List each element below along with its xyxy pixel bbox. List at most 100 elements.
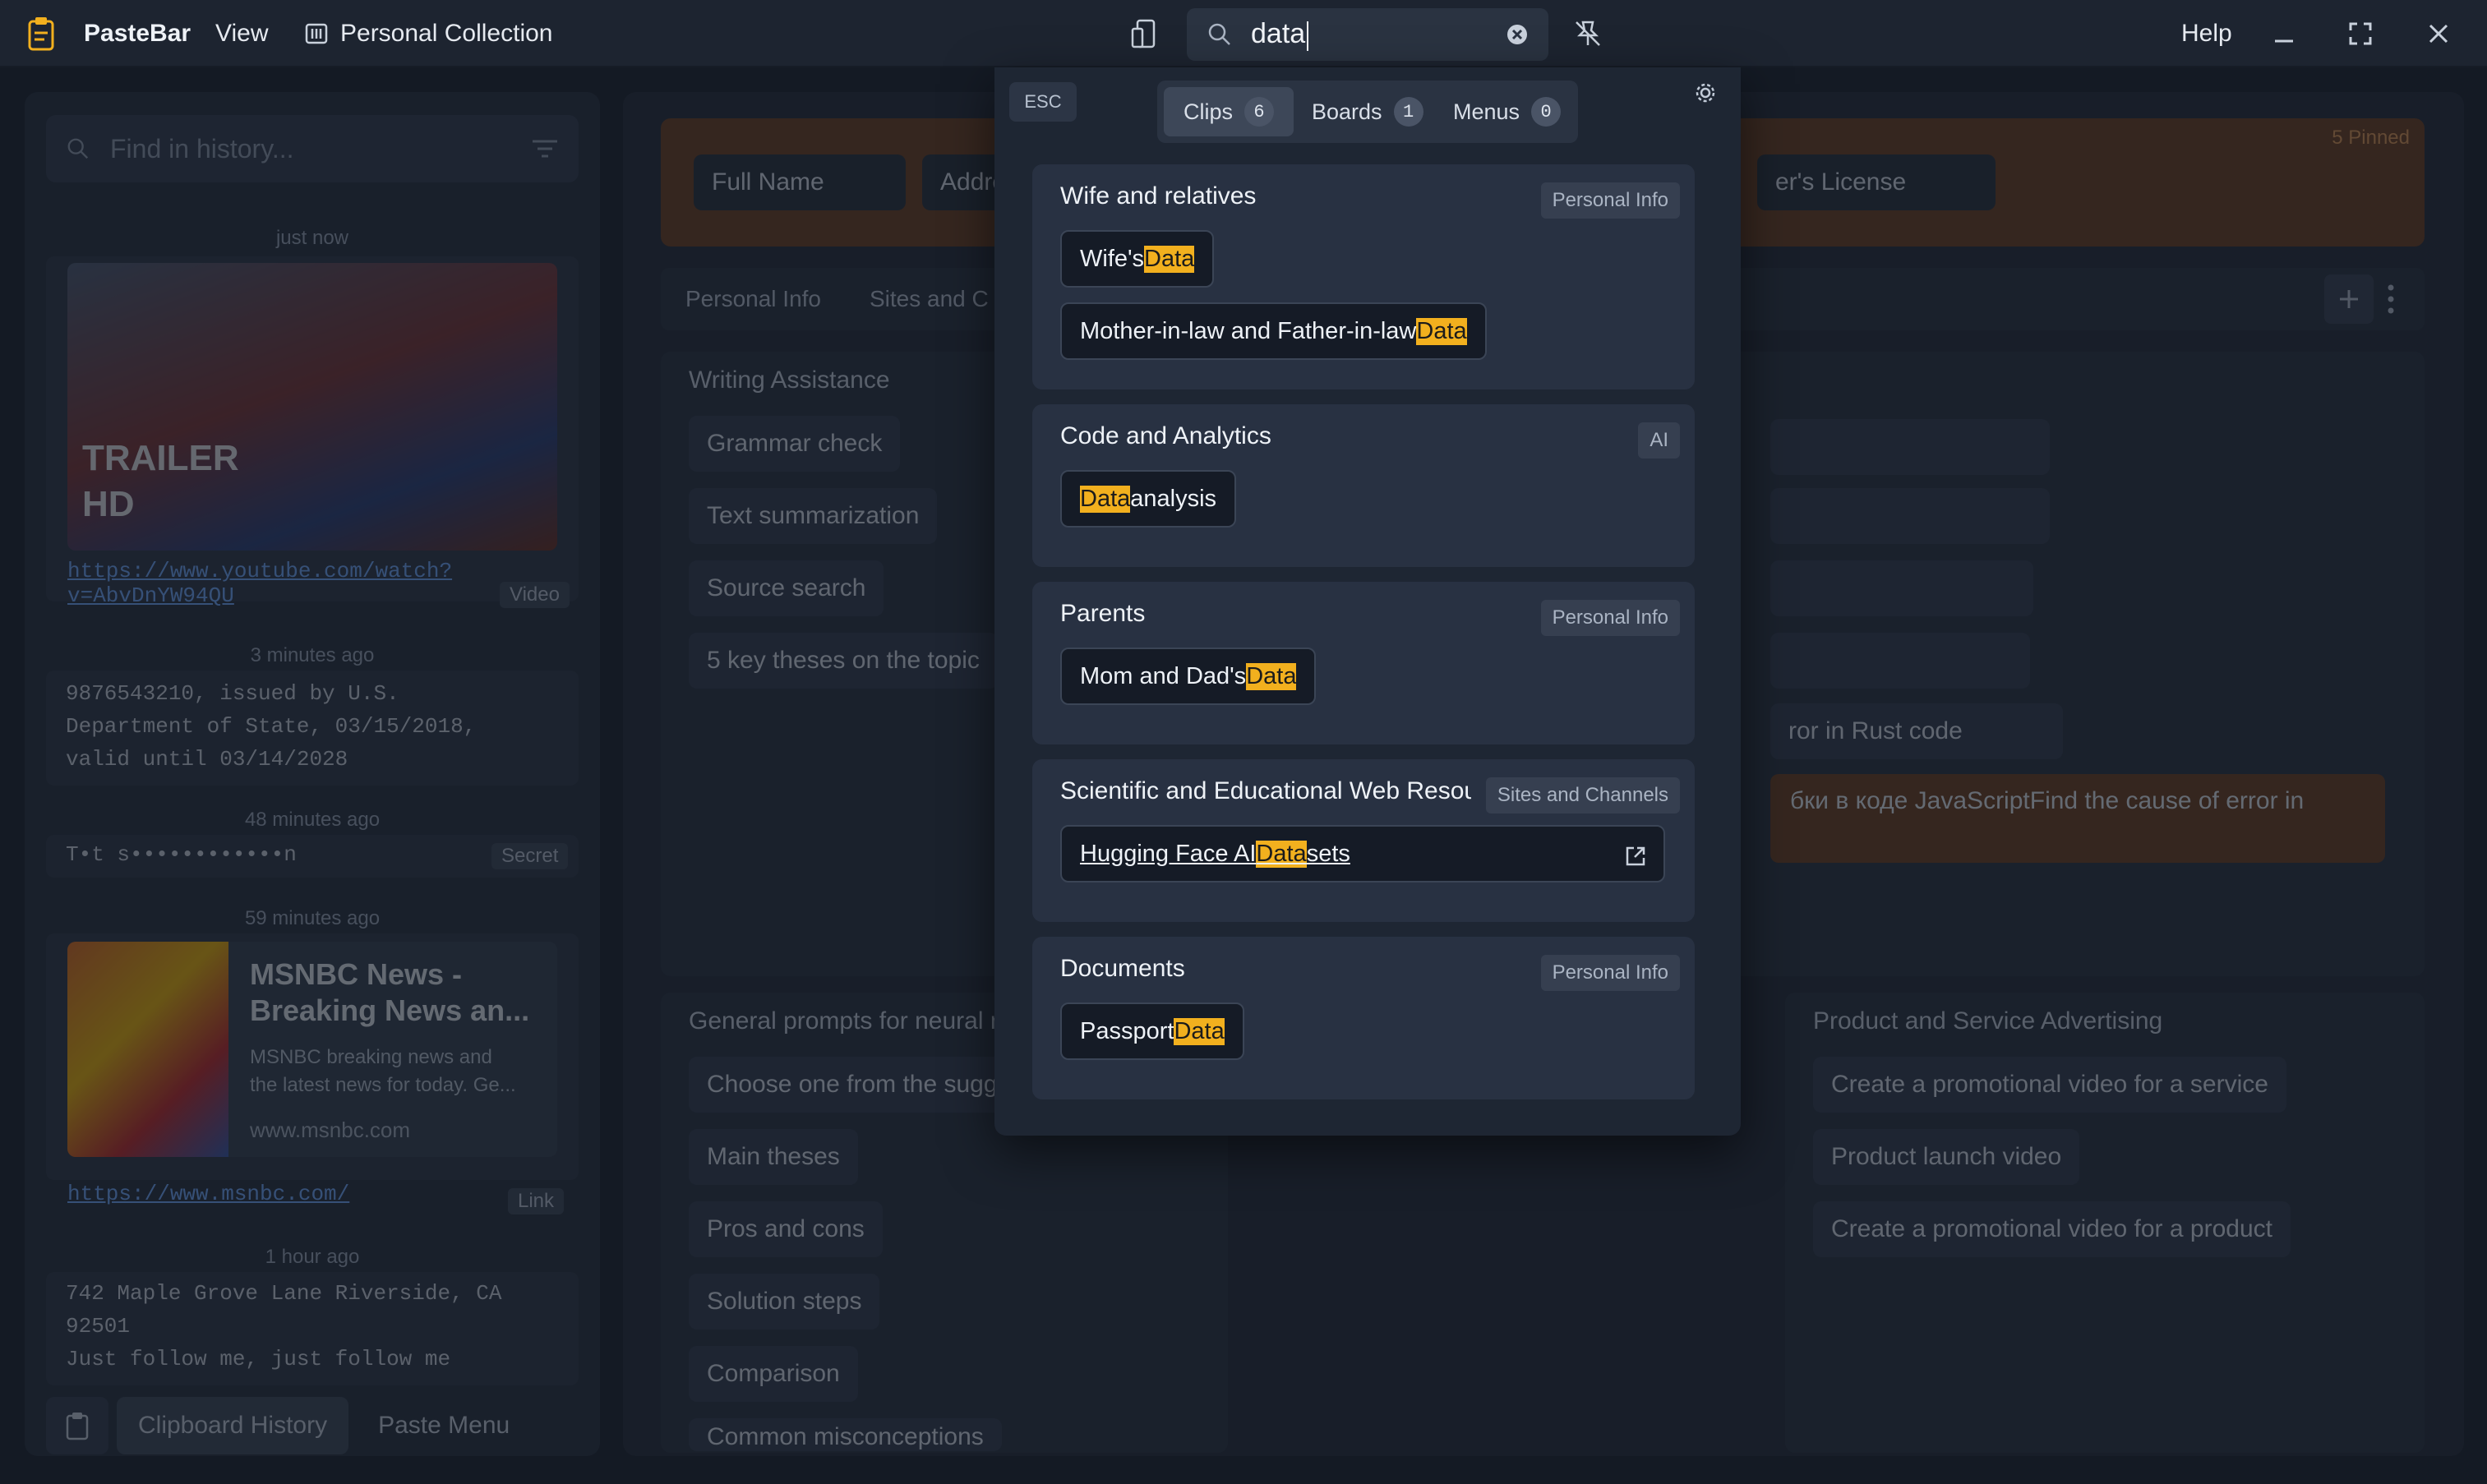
close-icon[interactable]: [2426, 0, 2451, 67]
board-title: General prompts for neural n: [689, 1007, 1004, 1035]
maximize-icon[interactable]: [2347, 0, 2374, 67]
video-tag: Video: [500, 582, 570, 608]
pinned-item[interactable]: Full Name: [694, 154, 906, 210]
group-tag: Personal Info: [1540, 182, 1680, 219]
settings-gear-icon[interactable]: [1693, 81, 1718, 109]
timestamp: 1 hour ago: [265, 1246, 360, 1268]
timestamp: 59 minutes ago: [244, 907, 381, 929]
group-tag: Sites and Channels: [1485, 777, 1680, 813]
board-item[interactable]: Create a promotional video for a product: [1813, 1201, 2291, 1257]
history-tabs: Clipboard History Paste Menu: [46, 1397, 531, 1454]
pastebar-logo-icon: [23, 0, 61, 67]
board-item[interactable]: Choose one from the sugg: [689, 1057, 1016, 1113]
board-item[interactable]: Solution steps: [689, 1274, 880, 1330]
result-group: Wife and relatives Personal Info Wife's …: [1032, 164, 1695, 389]
clip-result[interactable]: Wife's Data: [1060, 230, 1215, 288]
board-item[interactable]: [1770, 560, 2033, 616]
result-group: Parents Personal Info Mom and Dad's Data: [1032, 582, 1695, 744]
msnbc-logo: [67, 942, 228, 1157]
clip-result[interactable]: Mother-in-law and Father-in-law Data: [1060, 302, 1487, 360]
board-item[interactable]: [1770, 633, 2030, 689]
global-search-input[interactable]: data: [1187, 8, 1548, 61]
board-item[interactable]: Comparison: [689, 1346, 858, 1402]
history-item-text[interactable]: 9876543210, issued by U.S. Department of…: [46, 671, 579, 786]
pinned-count[interactable]: 5 Pinned: [2332, 127, 2410, 150]
clip-result[interactable]: Passport Data: [1060, 1002, 1244, 1060]
board-item[interactable]: [1770, 419, 2050, 475]
board-item[interactable]: Grammar check: [689, 416, 901, 472]
group-title: Wife and relatives: [1060, 182, 1257, 210]
history-search-placeholder: Find in history...: [110, 133, 294, 164]
group-title: Documents: [1060, 955, 1185, 982]
board-item[interactable]: Product launch video: [1813, 1129, 2080, 1185]
add-tab-icon[interactable]: [2324, 274, 2374, 324]
menu-view[interactable]: View: [215, 0, 268, 67]
tab-menus[interactable]: Menus 0: [1433, 87, 1580, 136]
pinned-item[interactable]: er's License: [1757, 154, 1996, 210]
clip-result-link[interactable]: Hugging Face AI Data sets: [1060, 825, 1665, 883]
group-title: Code and Analytics: [1060, 422, 1271, 449]
more-icon[interactable]: [2387, 283, 2395, 320]
filter-icon[interactable]: [531, 136, 559, 161]
tab-clipboard-history[interactable]: Clipboard History: [117, 1397, 349, 1454]
group-tag: Personal Info: [1540, 600, 1680, 636]
timestamp: just now: [275, 227, 349, 249]
search-icon: [1208, 23, 1230, 45]
history-search-input[interactable]: Find in history...: [46, 115, 579, 182]
clear-search-icon[interactable]: [1506, 23, 1529, 46]
group-tag: AI: [1638, 422, 1680, 459]
result-group: Scientific and Educational Web Resou Sit…: [1032, 759, 1695, 922]
group-tag: Personal Info: [1540, 955, 1680, 991]
tab-boards[interactable]: Boards 1: [1292, 87, 1443, 136]
collection-name: Personal Collection: [340, 20, 553, 47]
link-tag: Link: [508, 1188, 565, 1214]
unpin-icon[interactable]: [1571, 0, 1604, 67]
link-preview: MSNBC News - Breaking News an... MSNBC br…: [67, 942, 557, 1157]
board-item[interactable]: 5 key theses on the topic: [689, 633, 998, 689]
minimize-icon[interactable]: [2272, 0, 2296, 67]
board-item-js[interactable]: бки в коде JavaScriptFind the cause of e…: [1770, 774, 2385, 863]
board-item[interactable]: Pros and cons: [689, 1201, 883, 1257]
collection-selector[interactable]: Personal Collection: [304, 0, 552, 67]
secret-tag: Secret: [491, 843, 569, 869]
group-title: Scientific and Educational Web Resou: [1060, 777, 1471, 804]
board-item[interactable]: Common misconceptions: [689, 1418, 1002, 1451]
timestamp: 48 minutes ago: [244, 809, 381, 831]
timestamp: 3 minutes ago: [250, 644, 375, 666]
menu-help[interactable]: Help: [2181, 0, 2232, 67]
board-item[interactable]: Source search: [689, 560, 884, 616]
board-item[interactable]: Create a promotional video for a service: [1813, 1057, 2286, 1113]
search-icon: [67, 138, 89, 159]
history-item-address[interactable]: 742 Maple Grove Lane Riverside, CA 92501…: [46, 1272, 579, 1385]
device-toggle-icon[interactable]: [1129, 0, 1159, 67]
board-item[interactable]: [1770, 488, 2050, 544]
result-type-tabs: Clips 6 Boards 1 Menus 0: [1157, 81, 1578, 143]
search-results-popup: ESC Clips 6 Boards 1 Menus 0 Wife and relat…: [994, 67, 1741, 1136]
board-title: Product and Service Advertising: [1813, 1007, 2163, 1035]
tab-personal-info[interactable]: Personal Info: [685, 268, 821, 330]
clip-result[interactable]: Mom and Dad's Data: [1060, 648, 1317, 705]
history-panel: Find in history... just now TRAILER HD ht…: [25, 92, 600, 1456]
group-title: Parents: [1060, 600, 1146, 627]
link-url[interactable]: https://www.msnbc.com/: [67, 1182, 349, 1206]
result-group: Documents Personal Info Passport Data: [1032, 937, 1695, 1099]
board-title: Writing Assistance: [689, 366, 890, 394]
tab-clips[interactable]: Clips 6: [1164, 87, 1294, 136]
result-group: Code and Analytics AI Data analysis: [1032, 404, 1695, 567]
tab-paste-menu[interactable]: Paste Menu: [357, 1397, 531, 1454]
tab-sites[interactable]: Sites and C: [870, 268, 989, 330]
external-link-icon[interactable]: [1624, 845, 1647, 868]
clip-result[interactable]: Data analysis: [1060, 470, 1237, 528]
video-thumbnail: TRAILER HD: [67, 263, 557, 551]
board-item[interactable]: Main theses: [689, 1129, 858, 1185]
board-advertising: Product and Service Advertising Create a…: [1785, 993, 2425, 1453]
board-item[interactable]: ror in Rust code: [1770, 703, 2063, 759]
collection-icon: [305, 23, 328, 44]
board-item[interactable]: Text summarization: [689, 488, 938, 544]
esc-button[interactable]: ESC: [1009, 82, 1077, 122]
app-name: PasteBar: [84, 20, 191, 47]
history-menu-icon[interactable]: [46, 1397, 108, 1454]
video-url[interactable]: https://www.youtube.com/watch? v=AbvDnYW…: [67, 559, 452, 608]
search-value: data: [1251, 18, 1306, 50]
title-bar: PasteBar View Personal Collection data H…: [0, 0, 2487, 67]
